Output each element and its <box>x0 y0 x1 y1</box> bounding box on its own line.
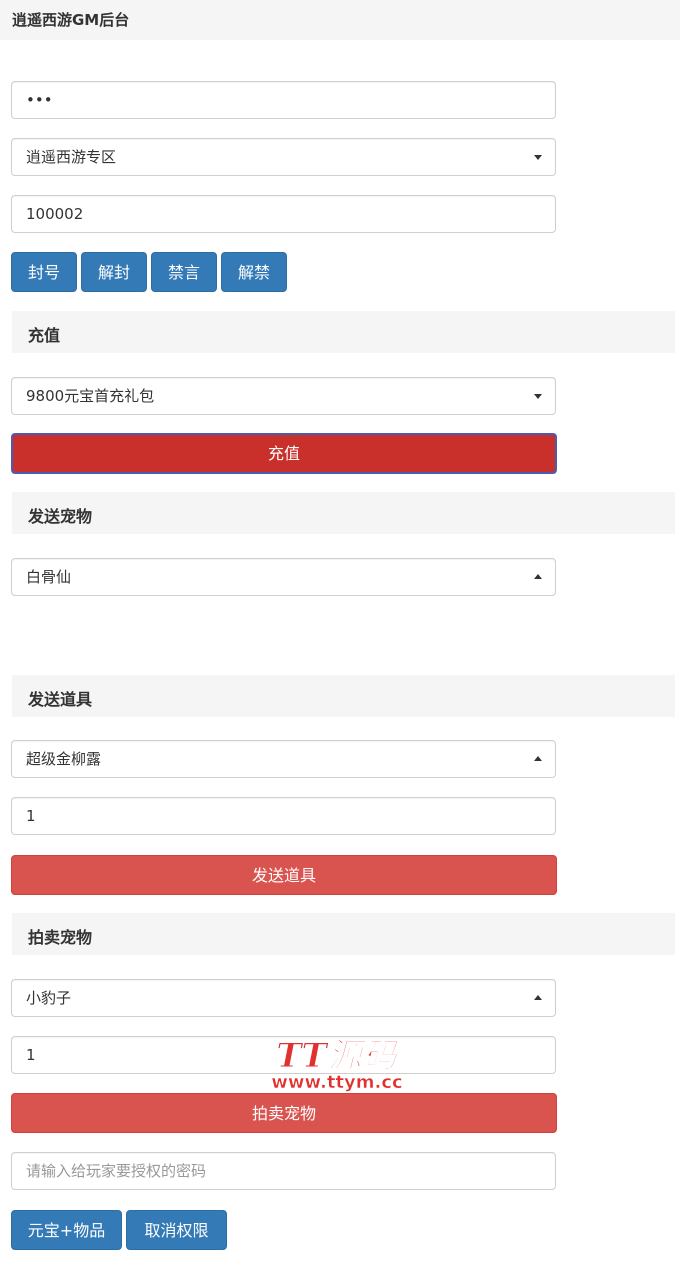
chevron-down-icon <box>534 155 542 160</box>
auction-pet-select[interactable]: 小豹子 <box>11 979 556 1017</box>
unban-button[interactable]: 解封 <box>81 252 147 292</box>
auction-pet-button[interactable]: 拍卖宠物 <box>11 1093 557 1133</box>
auction-pet-section-header: 拍卖宠物 <box>12 913 675 955</box>
recharge-package-select[interactable]: 9800元宝首充礼包 <box>11 377 556 415</box>
watermark-url: www.ttym.cc <box>271 1072 403 1093</box>
app-title: 逍遥西游GM后台 <box>12 11 130 29</box>
send-item-quantity-input[interactable]: 1 <box>11 797 556 835</box>
send-pet-section-title: 发送宠物 <box>28 507 93 526</box>
server-select[interactable]: 逍遥西游专区 <box>11 138 556 176</box>
revoke-permission-button: 取消权限 <box>126 1210 227 1250</box>
watermark: TT源码 www.ttym.cc <box>262 1038 412 1092</box>
send-pet-value: 白骨仙 <box>26 568 72 586</box>
chevron-up-icon <box>534 756 542 761</box>
recharge-section-title: 充值 <box>28 326 61 345</box>
recharge-section-header: 充值 <box>12 311 675 353</box>
authorization-password-input[interactable]: 请输入给玩家要授权的密码 <box>11 1152 556 1190</box>
ban-button[interactable]: 封号 <box>11 252 77 292</box>
password-input[interactable]: ••• <box>11 81 556 119</box>
recharge-package-value: 9800元宝首充礼包 <box>26 387 155 405</box>
auction-pet-section-title: 拍卖宠物 <box>28 928 93 947</box>
auction-pet-value: 小豹子 <box>26 989 72 1007</box>
mute-button[interactable]: 禁言 <box>151 252 217 292</box>
role-id-input[interactable]: 100002 <box>11 195 556 233</box>
send-item-section-title: 发送道具 <box>28 690 93 709</box>
chevron-up-icon <box>534 574 542 579</box>
server-select-value: 逍遥西游专区 <box>26 148 117 166</box>
send-item-value: 超级金柳露 <box>26 750 102 768</box>
recharge-button[interactable]: 充值 <box>11 433 557 474</box>
send-pet-section-header: 发送宠物 <box>12 492 675 534</box>
send-item-section-header: 发送道具 <box>12 675 675 717</box>
watermark-brand: TT源码 <box>276 1036 398 1076</box>
unmute-button[interactable]: 解禁 <box>221 252 287 292</box>
send-item-button[interactable]: 发送道具 <box>11 855 557 895</box>
chevron-up-icon <box>534 995 542 1000</box>
send-item-select[interactable]: 超级金柳露 <box>11 740 556 778</box>
send-pet-select[interactable]: 白骨仙 <box>11 558 556 596</box>
chevron-down-icon <box>534 394 542 399</box>
top-bar: 逍遥西游GM后台 <box>0 0 680 40</box>
grant-permission-button[interactable]: 元宝+物品 <box>11 1210 122 1250</box>
